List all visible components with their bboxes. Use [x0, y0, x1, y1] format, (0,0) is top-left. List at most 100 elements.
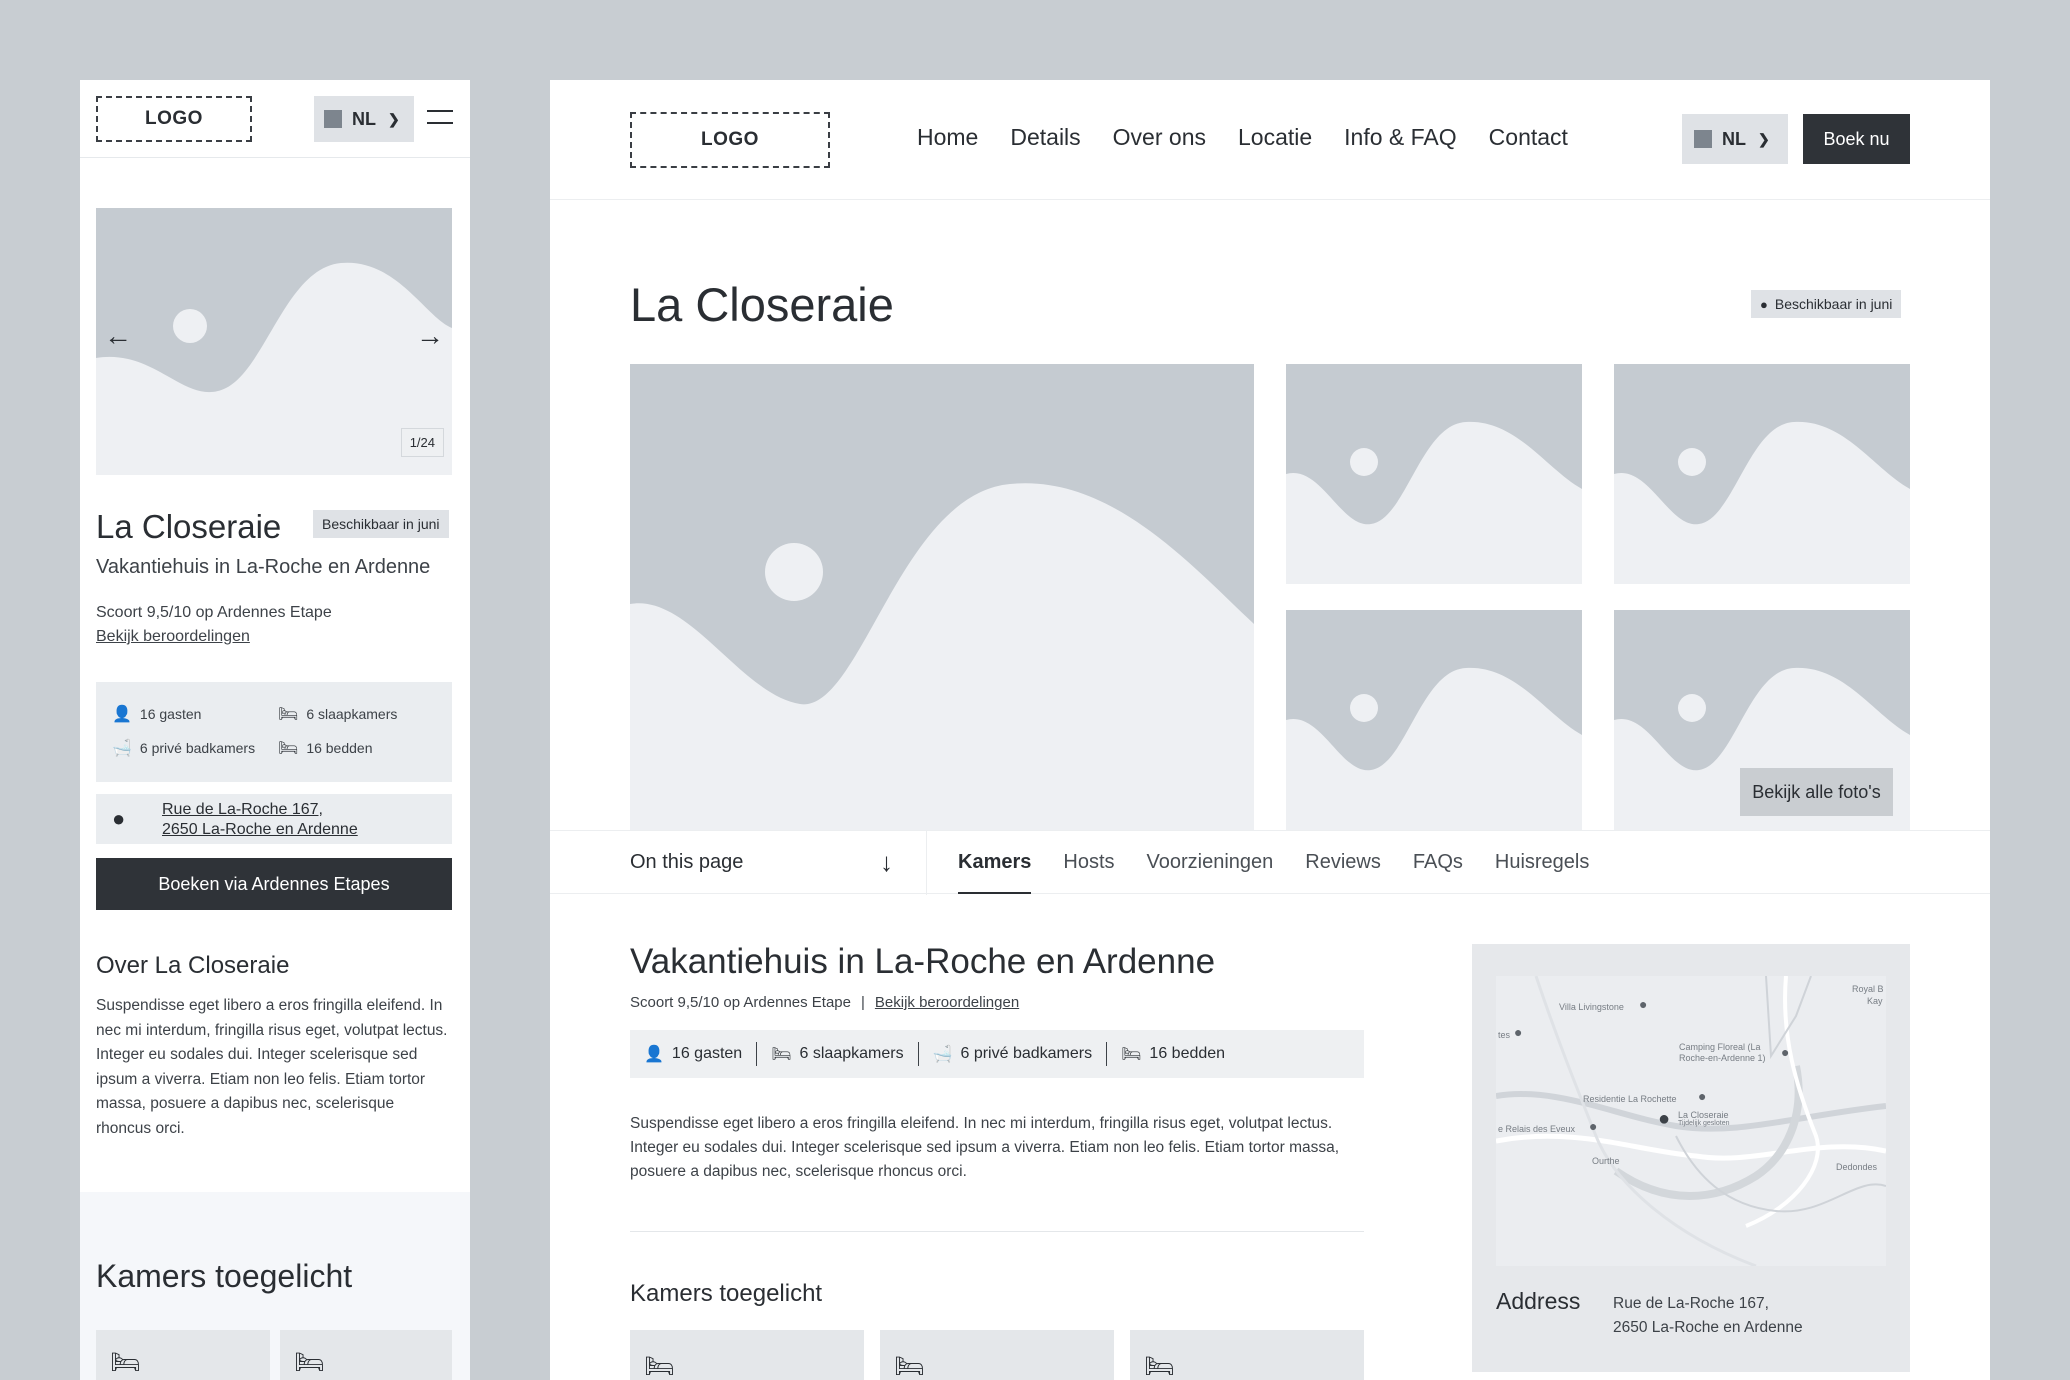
mobile-view: LOGO NL ❯ ← → 1/24 La Closeraie Beschikb… [80, 80, 470, 1380]
divider [926, 831, 927, 895]
bed-icon: 🛏 [1121, 1046, 1142, 1063]
gallery-main-photo[interactable] [630, 364, 1254, 834]
about-title: Over La Closeraie [96, 952, 290, 979]
tab-kamers[interactable]: Kamers [958, 851, 1032, 894]
bed-icon: 🛏 [644, 1353, 675, 1380]
language-selector[interactable]: NL ❯ [1682, 114, 1788, 164]
availability-badge: ● Beschikbaar in juni [1751, 290, 1902, 318]
map-pin-icon[interactable]: ● [1589, 1118, 1597, 1134]
carousel-counter: 1/24 [400, 428, 444, 457]
hamburger-menu-icon[interactable] [427, 110, 453, 124]
book-button[interactable]: Boeken via Ardennes Etapes [96, 858, 452, 910]
property-specs: 👤 16 gasten 🛏 6 slaapkamers 🛁 6 privé ba… [630, 1030, 1364, 1078]
nav-home[interactable]: Home [917, 124, 978, 151]
bed-icon: 🛏 [278, 740, 299, 757]
language-label: NL [1722, 128, 1746, 149]
room-card[interactable]: 🛏 [880, 1330, 1114, 1380]
main-nav: Home Details Over ons Locatie Info & FAQ… [917, 124, 1568, 151]
address-block[interactable]: ● Rue de La-Roche 167, 2650 La-Roche en … [96, 794, 452, 844]
gallery-photo[interactable] [1614, 364, 1910, 584]
view-all-photos-button[interactable]: Bekijk alle foto's [1740, 768, 1893, 816]
section-title: Vakantiehuis in La-Roche en Ardenne [630, 942, 1216, 981]
property-specs: 👤 16 gasten 🛏 6 slaapkamers 🛁 6 privé ba… [96, 682, 452, 782]
chevron-down-icon: ❯ [388, 110, 400, 127]
spec-bedrooms-label: 6 slaapkamers [799, 1045, 904, 1062]
spec-bathrooms: 🛁 6 privé badkamers [919, 1042, 1108, 1066]
tab-voorzieningen[interactable]: Voorzieningen [1147, 851, 1274, 874]
map-pin-icon[interactable]: ● [1514, 1024, 1522, 1040]
location-card: Villa Livingstone ● Royal B Kay tes ● Ca… [1472, 944, 1910, 1372]
spec-guests-label: 16 gasten [139, 706, 202, 722]
spec-bedrooms: 🛏 6 slaapkamers [278, 704, 397, 724]
map-label: Dedondes [1836, 1162, 1878, 1172]
address-text: Rue de La-Roche 167, 2650 La-Roche en Ar… [1613, 1292, 1803, 1340]
reviews-link[interactable]: Bekijk beroordelingen [96, 628, 250, 646]
desktop-view: LOGO Home Details Over ons Locatie Info … [550, 80, 1990, 1380]
section-subnav: On this page ↓ Kamers Hosts Voorzieninge… [550, 830, 1990, 895]
property-description: Suspendisse eget libero a eros fringilla… [630, 1115, 1340, 1180]
selected-map-pin-icon[interactable]: ● [1658, 1108, 1670, 1131]
reviews-link[interactable]: Bekijk beroordelingen [875, 994, 1019, 1011]
tab-huisregels[interactable]: Huisregels [1495, 851, 1589, 874]
room-card[interactable]: 🛏 [96, 1330, 270, 1380]
map-label: tes [1498, 1030, 1511, 1040]
arrow-down-icon[interactable]: ↓ [880, 847, 893, 878]
review-score: Scoort 9,5/10 op Ardennes Etape | Bekijk… [630, 994, 1019, 1011]
location-map[interactable]: Villa Livingstone ● Royal B Kay tes ● Ca… [1496, 976, 1886, 1266]
property-subtitle: Vakantiehuis in La-Roche en Ardenne [96, 556, 431, 578]
mobile-header: LOGO NL ❯ [80, 80, 470, 158]
arrow-right-icon[interactable]: → [416, 320, 444, 352]
map-label: e Relais des Eveux [1498, 1124, 1576, 1134]
nav-contact[interactable]: Contact [1489, 124, 1568, 151]
flag-icon [324, 110, 342, 128]
spec-bathrooms-label: 6 privé badkamers [139, 740, 256, 756]
address-line-2: 2650 La-Roche en Ardenne [162, 821, 358, 838]
book-now-button[interactable]: Boek nu [1803, 114, 1910, 164]
tab-reviews[interactable]: Reviews [1305, 851, 1381, 874]
nav-over-ons[interactable]: Over ons [1113, 124, 1206, 151]
room-card[interactable]: 🛏 [1130, 1330, 1364, 1380]
room-card[interactable]: 🛏 [630, 1330, 864, 1380]
review-score-text: Scoort 9,5/10 op Ardennes Etape [630, 994, 851, 1011]
nav-info-faq[interactable]: Info & FAQ [1344, 124, 1457, 151]
bath-icon: 🛁 [112, 740, 132, 757]
availability-badge: Beschikbaar in juni [313, 510, 449, 538]
bed-icon: 🛏 [294, 1349, 325, 1376]
spec-beds: 🛏 16 bedden [1107, 1042, 1239, 1066]
map-label: Villa Livingstone [1559, 1002, 1624, 1012]
bed-icon: 🛏 [1144, 1353, 1175, 1380]
map-label: Residentie La Rochette [1583, 1094, 1677, 1104]
person-icon: 👤 [644, 1046, 664, 1063]
image-placeholder-icon [1614, 421, 1910, 584]
gallery-photo[interactable] [1286, 610, 1582, 830]
map-pin-icon[interactable]: ● [1698, 1088, 1706, 1104]
address-link[interactable]: Rue de La-Roche 167, 2650 La-Roche en Ar… [162, 800, 358, 840]
spec-guests: 👤 16 gasten [644, 1042, 758, 1066]
map-label: Roche-en-Ardenne 1) [1679, 1053, 1766, 1063]
spec-guests: 👤 16 gasten [112, 704, 201, 724]
map-label: Kay [1867, 996, 1883, 1006]
tab-faqs[interactable]: FAQs [1413, 851, 1463, 874]
arrow-left-icon[interactable]: ← [104, 320, 132, 352]
rooms-title: Kamers toegelicht [630, 1280, 823, 1307]
nav-details[interactable]: Details [1010, 124, 1080, 151]
tab-hosts[interactable]: Hosts [1063, 851, 1114, 874]
map-pin-icon[interactable]: ● [1781, 1044, 1789, 1060]
spec-beds: 🛏 16 bedden [278, 738, 373, 758]
bath-icon: 🛁 [932, 1046, 953, 1063]
person-icon: 👤 [112, 706, 132, 723]
gallery-photo[interactable] [1286, 364, 1582, 584]
score-separator: | [861, 994, 865, 1011]
nav-locatie[interactable]: Locatie [1238, 124, 1312, 151]
hero-image-carousel[interactable]: ← → 1/24 [96, 208, 452, 475]
logo[interactable]: LOGO [630, 112, 830, 168]
spec-bedrooms-label: 6 slaapkamers [306, 706, 398, 722]
image-placeholder-icon [1286, 421, 1582, 584]
map-pin-icon[interactable]: ● [1639, 996, 1647, 1012]
logo[interactable]: LOGO [96, 96, 252, 142]
map-label: Camping Floreal (La [1679, 1042, 1761, 1052]
bed-icon: 🛏 [894, 1353, 925, 1380]
room-card[interactable]: 🛏 [280, 1330, 452, 1380]
on-this-page-label[interactable]: On this page [630, 851, 743, 874]
language-selector[interactable]: NL ❯ [314, 96, 414, 142]
